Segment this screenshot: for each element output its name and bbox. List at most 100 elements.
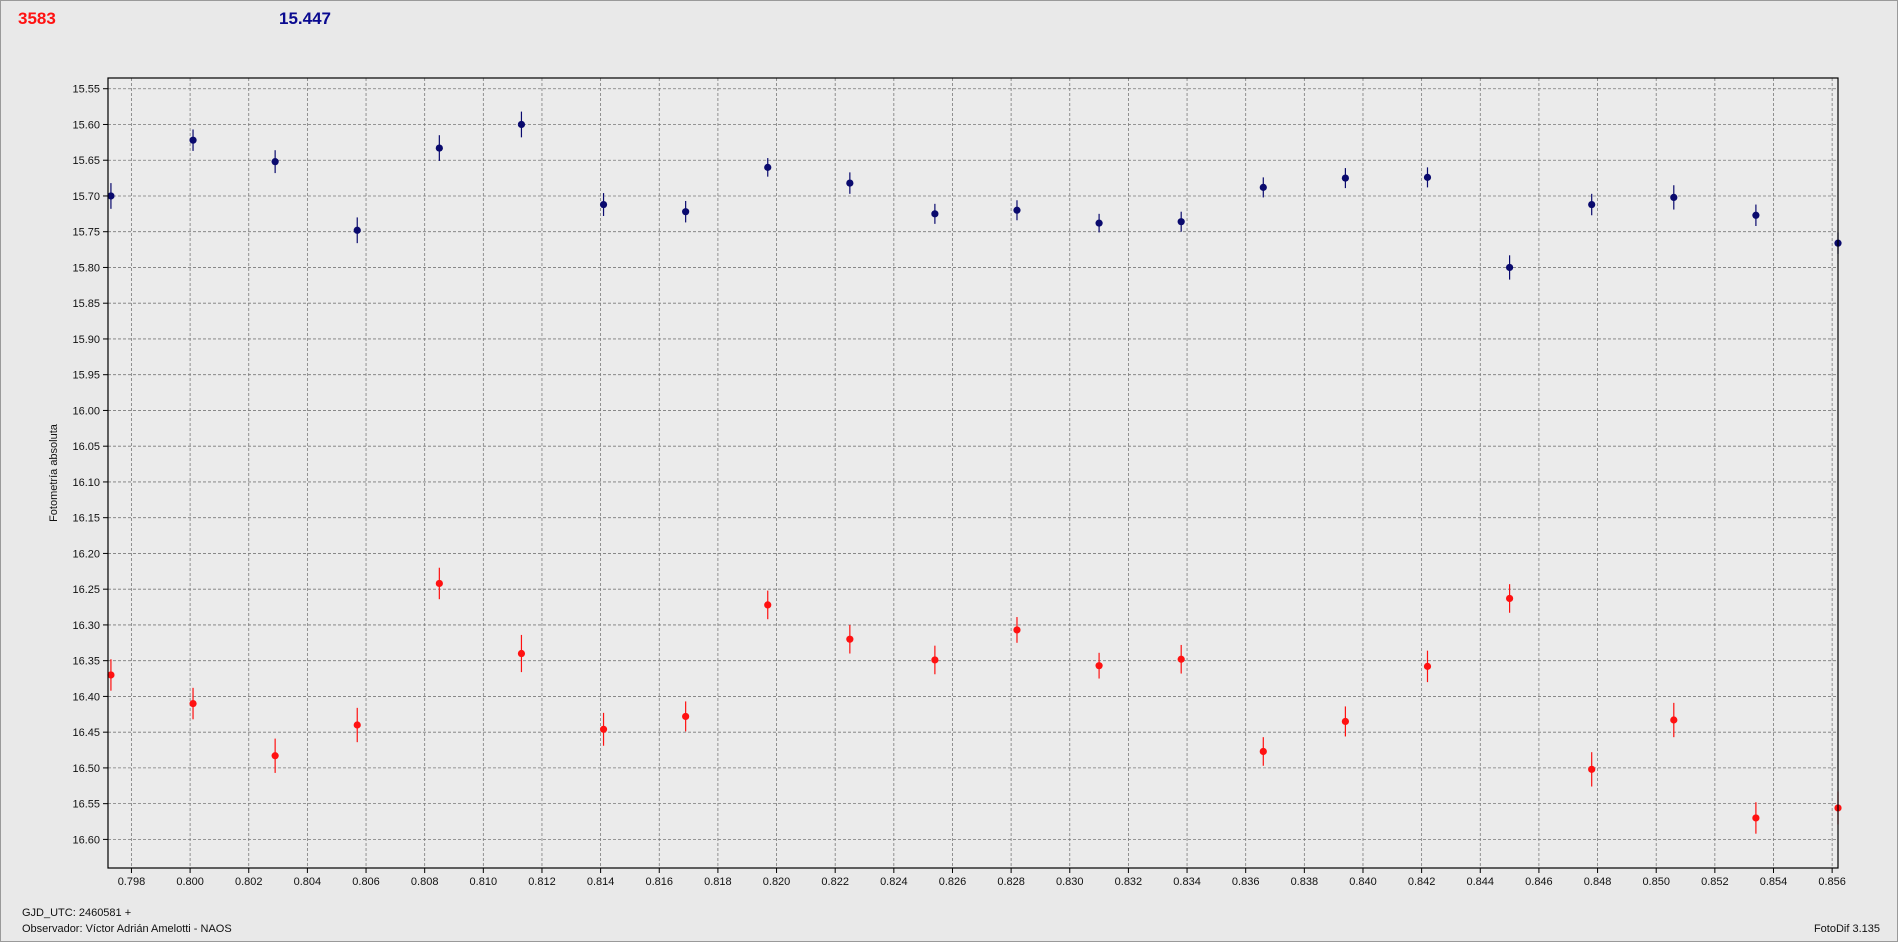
data-point — [189, 699, 197, 708]
y-tick-label: 15.95 — [72, 370, 100, 382]
x-tick-label: 0.812 — [528, 876, 556, 888]
data-point — [1588, 200, 1596, 209]
data-point — [1177, 218, 1185, 226]
data-point — [271, 158, 279, 166]
data-point — [1505, 594, 1514, 603]
y-tick-label: 15.90 — [72, 334, 100, 346]
y-axis-ticks: 15.55 15.60 15.65 15.70 15.75 15.80 15.85 15.90… — [72, 84, 108, 846]
x-axis-ticks: 0.798 0.800 0.802 0.804 0.806 0.808 0.810 0.812… — [118, 868, 1846, 888]
x-tick-label: 0.802 — [235, 876, 263, 888]
data-point — [1670, 193, 1678, 201]
x-tick-label: 0.854 — [1760, 876, 1788, 888]
y-tick-label: 16.30 — [72, 620, 100, 632]
x-tick-label: 0.828 — [997, 876, 1025, 888]
data-point — [599, 200, 608, 209]
data-point — [1095, 219, 1103, 227]
data-point — [435, 579, 443, 588]
x-tick-label: 0.822 — [821, 876, 849, 888]
y-tick-label: 16.55 — [72, 799, 100, 811]
data-point — [353, 226, 361, 234]
x-tick-label: 0.836 — [1232, 876, 1260, 888]
data-point — [435, 144, 443, 152]
y-tick-label: 16.50 — [72, 763, 100, 775]
data-point — [271, 752, 279, 760]
y-tick-label: 16.15 — [72, 513, 100, 525]
gjd-label: GJD_UTC: 2460581 + — [22, 907, 132, 919]
x-tick-label: 0.820 — [763, 876, 791, 888]
data-point — [846, 179, 854, 187]
data-point — [1423, 662, 1432, 670]
y-tick-label: 15.80 — [72, 262, 100, 274]
data-point — [846, 635, 854, 643]
data-point — [682, 712, 690, 721]
x-tick-label: 0.840 — [1349, 876, 1377, 888]
data-point — [599, 725, 608, 733]
data-point — [189, 136, 197, 144]
data-point — [517, 649, 526, 658]
y-tick-label: 16.60 — [72, 834, 100, 846]
data-point — [517, 120, 526, 129]
y-tick-label: 16.25 — [72, 584, 100, 596]
data-point — [764, 601, 772, 609]
data-point — [1341, 717, 1349, 726]
x-tick-label: 0.798 — [118, 876, 146, 888]
data-point — [931, 656, 939, 664]
y-tick-label: 16.45 — [72, 727, 100, 739]
data-point — [353, 721, 361, 729]
x-tick-label: 0.846 — [1525, 876, 1553, 888]
x-tick-label: 0.844 — [1467, 876, 1495, 888]
data-point — [1177, 655, 1185, 663]
x-tick-label: 0.804 — [294, 876, 322, 888]
x-tick-label: 0.810 — [470, 876, 498, 888]
data-point — [931, 210, 939, 218]
y-tick-label: 15.55 — [72, 84, 100, 96]
y-tick-label: 16.35 — [72, 656, 100, 668]
x-tick-label: 0.816 — [645, 876, 673, 888]
y-axis-label: Fotometría absoluta — [48, 423, 60, 522]
plot-area — [108, 78, 1838, 868]
photometry-chart: 15.55 15.60 15.65 15.70 15.75 15.80 15.85 15.90… — [48, 77, 1846, 888]
x-tick-label: 0.830 — [1056, 876, 1084, 888]
data-point — [1341, 174, 1349, 182]
data-point — [1423, 173, 1432, 181]
x-tick-label: 0.834 — [1173, 876, 1201, 888]
x-tick-label: 0.824 — [880, 876, 908, 888]
x-tick-label: 0.842 — [1408, 876, 1436, 888]
data-point — [1670, 716, 1678, 724]
x-tick-label: 0.814 — [587, 876, 615, 888]
data-point — [764, 163, 772, 171]
y-tick-label: 15.65 — [72, 155, 100, 167]
software-version: FotoDif 3.135 — [1813, 923, 1880, 935]
data-point — [1752, 814, 1760, 822]
data-point — [1095, 662, 1103, 670]
y-tick-label: 16.10 — [72, 477, 100, 489]
x-tick-label: 0.838 — [1291, 876, 1319, 888]
y-tick-label: 15.60 — [72, 119, 100, 131]
x-tick-label: 0.856 — [1818, 876, 1846, 888]
y-tick-label: 16.05 — [72, 441, 100, 453]
x-tick-label: 0.806 — [352, 876, 380, 888]
y-tick-label: 15.85 — [72, 298, 100, 310]
data-point — [1259, 747, 1267, 756]
x-tick-label: 0.852 — [1701, 876, 1729, 888]
y-tick-label: 15.75 — [72, 227, 100, 239]
x-tick-label: 0.818 — [704, 876, 732, 888]
observer-label: Observador: Víctor Adrián Amelotti - NAO… — [22, 923, 232, 935]
data-point — [1013, 206, 1021, 214]
x-tick-label: 0.800 — [176, 876, 204, 888]
y-tick-label: 16.20 — [72, 548, 100, 560]
data-point — [682, 208, 690, 216]
y-tick-label: 15.70 — [72, 191, 100, 203]
x-tick-label: 0.826 — [939, 876, 967, 888]
data-point — [1752, 211, 1760, 219]
x-tick-label: 0.850 — [1642, 876, 1670, 888]
data-point — [1259, 183, 1267, 191]
y-tick-label: 16.40 — [72, 691, 100, 703]
y-tick-label: 16.00 — [72, 405, 100, 417]
data-point — [1013, 626, 1021, 634]
x-tick-label: 0.832 — [1115, 876, 1143, 888]
data-point — [1588, 765, 1596, 773]
data-point — [1505, 263, 1514, 272]
x-tick-label: 0.848 — [1584, 876, 1612, 888]
x-tick-label: 0.808 — [411, 876, 439, 888]
